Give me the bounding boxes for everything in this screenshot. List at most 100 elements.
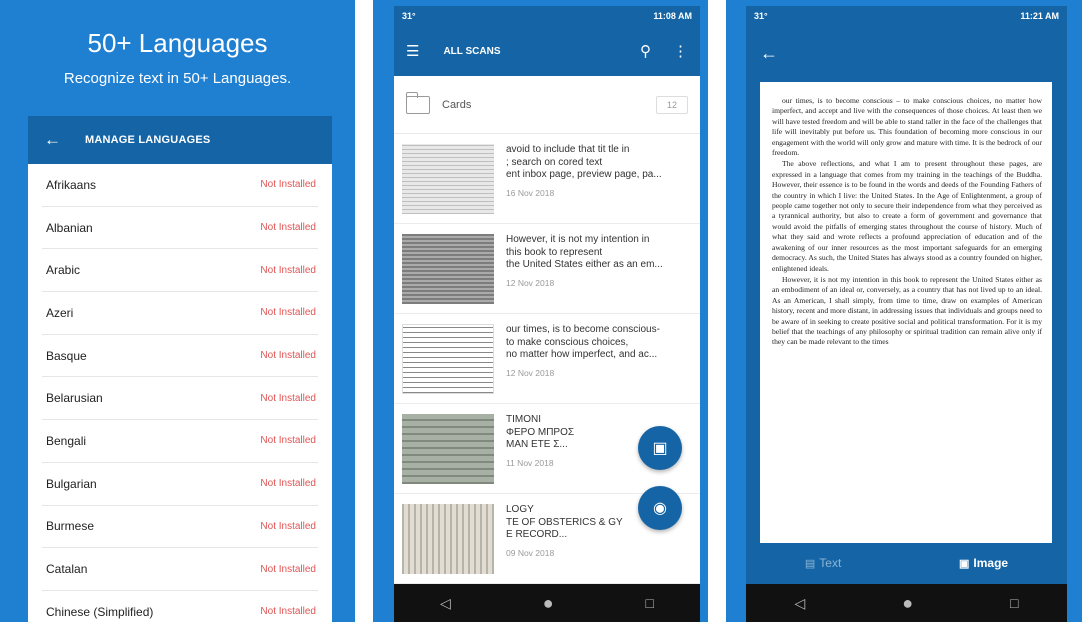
list-item[interactable]: Bulgarian Not Installed bbox=[42, 463, 318, 506]
promo-subtitle: Recognize text in 50+ Languages. bbox=[63, 70, 292, 87]
page-paragraph: However, it is not my intention in this … bbox=[772, 274, 1042, 347]
folder-row[interactable]: Cards 12 bbox=[394, 76, 700, 134]
status-time: 11:21 AM bbox=[1020, 11, 1059, 21]
recents-nav-icon[interactable]: □ bbox=[1010, 595, 1018, 611]
install-status[interactable]: Not Installed bbox=[260, 350, 316, 361]
scan-preview: TIMONI ΦΕΡΟ ΜΠΡΟΣ MAN ETE Σ... 11 Nov 20… bbox=[506, 414, 574, 493]
list-item[interactable]: However, it is not my intention in this … bbox=[394, 224, 700, 314]
scan-preview: LOGY TE OF OBSTERICS & GY E RECORD... 09… bbox=[506, 504, 623, 583]
scan-thumbnail bbox=[402, 324, 494, 394]
scan-text-line: to make conscious choices, bbox=[506, 336, 629, 348]
scan-date: 12 Nov 2018 bbox=[506, 367, 555, 378]
language-name: Bengali bbox=[46, 433, 87, 448]
install-status[interactable]: Not Installed bbox=[260, 521, 316, 532]
scan-text-line: ent inbox page, preview page, pa... bbox=[506, 169, 662, 180]
folder-count: 12 bbox=[655, 95, 688, 114]
install-status[interactable]: Not Installed bbox=[260, 564, 316, 575]
more-vert-icon[interactable]: ⋮ bbox=[673, 42, 688, 60]
language-name: Basque bbox=[46, 348, 87, 363]
languages-panel: 50+ Languages Recognize text in 50+ Lang… bbox=[0, 0, 355, 622]
list-item[interactable]: Arabic Not Installed bbox=[42, 249, 318, 293]
scan-text-line: ΦΕΡΟ ΜΠΡΟΣ bbox=[506, 426, 575, 438]
list-item[interactable]: our times, is to become conscious- to ma… bbox=[394, 314, 700, 404]
reader-screen: 31° 11:21 AM ← our times, is to become c… bbox=[746, 6, 1067, 622]
image-icon: ▣ bbox=[652, 440, 668, 457]
back-nav-icon[interactable]: ◁ bbox=[440, 595, 451, 612]
back-arrow-icon[interactable]: ← bbox=[44, 130, 61, 150]
tab-image[interactable]: ▣ Image bbox=[959, 556, 1008, 570]
status-bar: 31° 11:08 AM bbox=[394, 6, 700, 26]
all-scans-panel: 31° 11:08 AM ☰ ALL SCANS ⚲ ⋮ Cards 12 av… bbox=[373, 0, 708, 622]
scan-thumbnail bbox=[402, 504, 494, 574]
list-item[interactable]: Afrikaans Not Installed bbox=[42, 164, 318, 207]
list-item[interactable]: Basque Not Installed bbox=[42, 335, 318, 378]
scan-date: 09 Nov 2018 bbox=[506, 547, 555, 558]
scan-thumbnail bbox=[402, 234, 494, 304]
recents-nav-icon[interactable]: □ bbox=[646, 595, 654, 611]
text-doc-icon: ▤ bbox=[804, 557, 816, 570]
promo-title: 50+ Languages bbox=[87, 28, 268, 58]
language-name: Arabic bbox=[46, 263, 81, 278]
language-name: Albanian bbox=[46, 220, 93, 235]
list-item[interactable]: Catalan Not Installed bbox=[42, 548, 318, 591]
install-status[interactable]: Not Installed bbox=[260, 179, 316, 190]
language-name: Bulgarian bbox=[46, 476, 97, 491]
tab-image-label: Image bbox=[973, 556, 1009, 570]
scan-thumbnail bbox=[402, 414, 494, 484]
system-nav-bar: ◁ ● □ bbox=[394, 584, 700, 622]
install-status[interactable]: Not Installed bbox=[260, 265, 316, 276]
menu-icon[interactable]: ☰ bbox=[406, 42, 419, 60]
install-status[interactable]: Not Installed bbox=[260, 435, 316, 446]
status-left: 31° bbox=[402, 11, 416, 21]
install-status[interactable]: Not Installed bbox=[260, 307, 316, 318]
list-item[interactable]: Bengali Not Installed bbox=[42, 420, 318, 463]
scan-preview: However, it is not my intention in this … bbox=[506, 234, 663, 313]
scan-text-line: TE OF OBSTERICS & GY bbox=[506, 516, 623, 528]
camera-icon: ◉ bbox=[653, 500, 667, 517]
search-icon[interactable]: ⚲ bbox=[640, 42, 651, 60]
list-item[interactable]: avoid to include that tit tle in ; searc… bbox=[394, 134, 700, 224]
list-item[interactable]: Burmese Not Installed bbox=[42, 506, 318, 549]
page-paragraph: The above reflections, and what I am to … bbox=[772, 159, 1042, 273]
status-bar: 31° 11:21 AM bbox=[746, 6, 1067, 26]
scan-text-line: this book to represent bbox=[506, 246, 603, 258]
install-status[interactable]: Not Installed bbox=[260, 393, 316, 404]
status-left: 31° bbox=[754, 11, 768, 21]
home-nav-icon[interactable]: ● bbox=[543, 593, 554, 614]
scan-text-line: However, it is not my intention in bbox=[506, 234, 650, 245]
tab-text[interactable]: ▤ Text bbox=[805, 556, 841, 570]
status-time: 11:08 AM bbox=[653, 11, 692, 21]
folder-icon bbox=[406, 91, 430, 114]
scan-thumbnail bbox=[402, 144, 494, 214]
camera-fab[interactable]: ◉ bbox=[638, 486, 682, 530]
app-bar: ☰ ALL SCANS ⚲ ⋮ bbox=[394, 26, 700, 76]
scan-preview: avoid to include that tit tle in ; searc… bbox=[506, 144, 662, 223]
gallery-fab[interactable]: ▣ bbox=[638, 426, 682, 470]
language-list: Afrikaans Not Installed Albanian Not Insta… bbox=[28, 164, 332, 622]
scan-text-line: no matter how imperfect, and ac... bbox=[506, 349, 658, 360]
list-item[interactable]: Belarusian Not Installed bbox=[42, 377, 318, 421]
reader-panel: 31° 11:21 AM ← our times, is to become c… bbox=[726, 0, 1082, 622]
scan-text-line: E RECORD... bbox=[506, 529, 568, 540]
scan-date: 16 Nov 2018 bbox=[506, 187, 555, 198]
back-arrow-icon[interactable]: ← bbox=[760, 43, 778, 64]
scan-date: 11 Nov 2018 bbox=[506, 457, 554, 468]
list-item[interactable]: Chinese (Simplified) Not Installed bbox=[42, 591, 318, 622]
scan-text-line: our times, is to become conscious- bbox=[506, 324, 660, 335]
all-scans-screen: 31° 11:08 AM ☰ ALL SCANS ⚲ ⋮ Cards 12 av… bbox=[394, 6, 700, 622]
install-status[interactable]: Not Installed bbox=[260, 222, 316, 233]
scan-text-line: TIMONI bbox=[506, 414, 541, 425]
home-nav-icon[interactable]: ● bbox=[902, 593, 913, 614]
page-title: MANAGE LANGUAGES bbox=[85, 134, 211, 146]
back-nav-icon[interactable]: ◁ bbox=[794, 595, 805, 612]
scanned-page-image: our times, is to become conscious – to m… bbox=[760, 82, 1052, 543]
list-item[interactable]: Albanian Not Installed bbox=[42, 207, 318, 250]
language-name: Afrikaans bbox=[46, 177, 97, 192]
tab-text-label: Text bbox=[819, 556, 842, 570]
install-status[interactable]: Not Installed bbox=[260, 606, 316, 617]
install-status[interactable]: Not Installed bbox=[260, 478, 316, 489]
list-item[interactable]: Azeri Not Installed bbox=[42, 292, 318, 335]
language-name: Chinese (Simplified) bbox=[46, 604, 154, 619]
system-nav-bar: ◁ ● □ bbox=[746, 584, 1067, 622]
page-paragraph: our times, is to become conscious – to m… bbox=[772, 96, 1042, 158]
